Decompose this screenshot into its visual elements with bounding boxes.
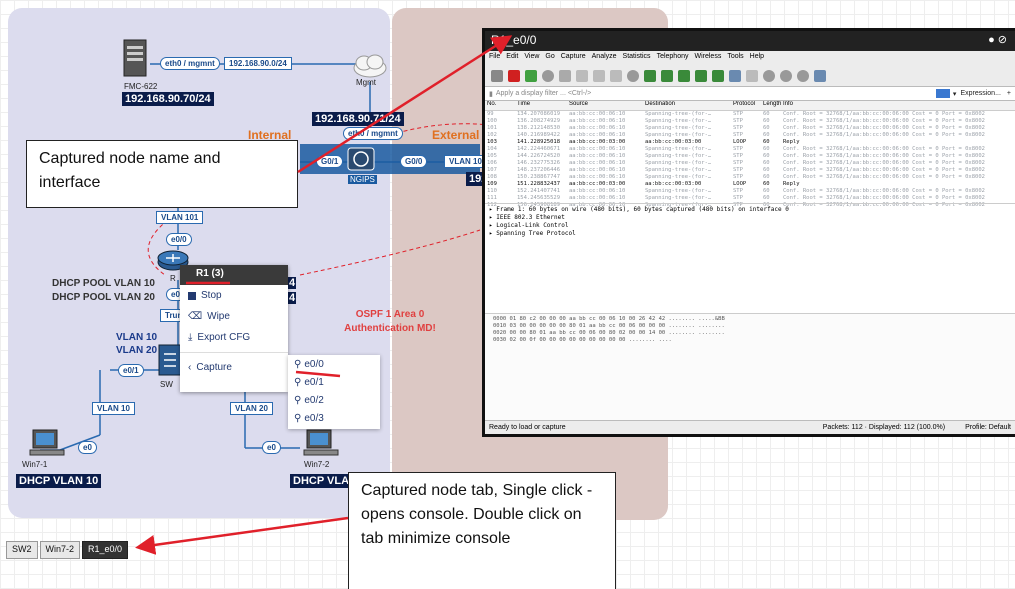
console-tab-win7-2[interactable]: Win7-2 bbox=[39, 541, 81, 559]
console-tab-r1-e00[interactable]: R1_e0/0 bbox=[82, 541, 129, 559]
console-tab-sw2[interactable]: SW2 bbox=[6, 541, 38, 559]
console-tab-bar: SW2 Win7-2 R1_e0/0 bbox=[6, 541, 129, 559]
annotation-arrows bbox=[135, 35, 513, 555]
